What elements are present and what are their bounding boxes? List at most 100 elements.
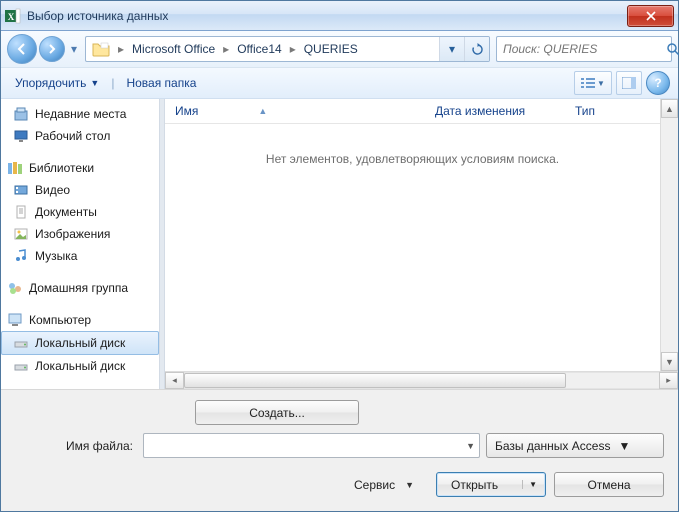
view-mode-button[interactable]: ▼ [574, 71, 612, 95]
scroll-left-icon[interactable]: ◂ [165, 372, 184, 389]
close-icon [646, 11, 656, 21]
pictures-icon [13, 226, 29, 242]
breadcrumb-item[interactable]: QUERIES [298, 37, 364, 61]
chevron-right-icon[interactable]: ▸ [116, 42, 126, 56]
filetype-combo[interactable]: Базы данных Access ▼ [486, 433, 664, 458]
navigation-pane: Недавние места Рабочий стол Библиотеки В… [1, 99, 159, 389]
nav-local-disk-2[interactable]: Локальный диск [1, 355, 159, 377]
window-title: Выбор источника данных [27, 9, 627, 23]
file-list[interactable]: Нет элементов, удовлетворяющих условиям … [165, 124, 660, 371]
excel-icon: X [5, 8, 21, 24]
video-icon [13, 182, 29, 198]
libraries-icon [7, 160, 23, 176]
cancel-button[interactable]: Отмена [554, 472, 664, 497]
nav-label: Музыка [35, 249, 77, 263]
computer-icon [7, 312, 23, 328]
column-date[interactable]: Дата изменения [435, 104, 575, 118]
breadcrumb-item[interactable]: Microsoft Office [126, 37, 221, 61]
nav-libraries[interactable]: Библиотеки [1, 157, 159, 179]
file-open-dialog: X Выбор источника данных ▾ ▸ Microsoft O… [0, 0, 679, 512]
scroll-track[interactable] [661, 118, 678, 352]
nav-desktop[interactable]: Рабочий стол [1, 125, 159, 147]
body-area: Недавние места Рабочий стол Библиотеки В… [1, 99, 678, 389]
scroll-thumb[interactable] [184, 373, 566, 388]
homegroup-icon [7, 280, 23, 296]
chevron-right-icon[interactable]: ▸ [288, 42, 298, 56]
nav-label: Изображения [35, 227, 110, 241]
open-button[interactable]: Открыть ▼ [436, 472, 546, 497]
create-button[interactable]: Создать... [195, 400, 359, 425]
nav-local-disk-1[interactable]: Локальный диск [1, 331, 159, 355]
open-label: Открыть [451, 478, 498, 492]
desktop-icon [13, 128, 29, 144]
scroll-right-icon[interactable]: ▸ [659, 372, 678, 389]
nav-label: Библиотеки [29, 161, 94, 175]
bottom-panel: Создать... Имя файла: ▼ Базы данных Acce… [1, 389, 678, 511]
file-list-pane: Имя ▲ Дата изменения Тип Нет элементов, у… [165, 99, 678, 389]
close-button[interactable] [627, 5, 674, 27]
drive-icon [13, 358, 29, 374]
filetype-label: Базы данных Access [495, 439, 610, 453]
folder-icon [90, 38, 112, 60]
column-headers: Имя ▲ Дата изменения Тип [165, 99, 660, 124]
chevron-down-icon: ▼ [597, 79, 605, 88]
nav-label: Документы [35, 205, 97, 219]
chevron-down-icon: ▼ [90, 78, 99, 88]
chevron-down-icon[interactable]: ▼ [405, 480, 414, 490]
nav-label: Локальный диск [35, 359, 125, 373]
help-button[interactable]: ? [646, 71, 670, 95]
search-button[interactable] [666, 37, 679, 61]
organize-label: Упорядочить [15, 76, 86, 90]
scroll-up-icon[interactable]: ▲ [661, 99, 678, 118]
chevron-down-icon: ▼ [522, 480, 537, 489]
search-input[interactable] [497, 42, 666, 56]
nav-music[interactable]: Музыка [1, 245, 159, 267]
history-dropdown[interactable]: ▾ [67, 42, 81, 56]
sort-asc-icon: ▲ [258, 106, 267, 116]
music-icon [13, 248, 29, 264]
organize-button[interactable]: Упорядочить ▼ [9, 72, 105, 94]
forward-button[interactable] [39, 36, 65, 62]
documents-icon [13, 204, 29, 220]
vertical-scrollbar[interactable]: ▲ ▼ [660, 99, 678, 371]
command-bar: Упорядочить▼ | Новая папка ▼ ? [1, 68, 678, 99]
horizontal-scrollbar[interactable]: ◂ ▸ [165, 371, 678, 389]
back-button[interactable] [7, 34, 37, 64]
filename-label: Имя файла: [66, 439, 133, 453]
nav-label: Рабочий стол [35, 129, 110, 143]
column-type[interactable]: Тип [575, 104, 615, 118]
preview-pane-button[interactable] [616, 71, 642, 95]
refresh-button[interactable] [464, 37, 489, 61]
address-bar[interactable]: ▸ Microsoft Office ▸ Office14 ▸ QUERIES … [85, 36, 490, 62]
column-name[interactable]: Имя ▲ [175, 104, 435, 118]
nav-label: Видео [35, 183, 70, 197]
new-folder-button[interactable]: Новая папка [120, 72, 202, 94]
list-view-icon [581, 77, 595, 89]
filename-combo[interactable]: ▼ [143, 433, 480, 458]
chevron-down-icon: ▼ [618, 439, 630, 453]
arrow-left-icon [15, 42, 29, 56]
svg-text:X: X [8, 12, 15, 22]
recent-icon [13, 106, 29, 122]
empty-message: Нет элементов, удовлетворяющих условиям … [266, 152, 559, 166]
nav-videos[interactable]: Видео [1, 179, 159, 201]
drive-icon [13, 335, 29, 351]
nav-computer[interactable]: Компьютер [1, 309, 159, 331]
nav-documents[interactable]: Документы [1, 201, 159, 223]
nav-recent[interactable]: Недавние места [1, 103, 159, 125]
titlebar: X Выбор источника данных [1, 1, 678, 31]
nav-pictures[interactable]: Изображения [1, 223, 159, 245]
chevron-right-icon[interactable]: ▸ [221, 42, 231, 56]
address-dropdown[interactable]: ▾ [439, 37, 464, 61]
nav-label: Домашняя группа [29, 281, 128, 295]
breadcrumb-item[interactable]: Office14 [231, 37, 287, 61]
search-icon [666, 42, 679, 56]
service-label[interactable]: Сервис [354, 478, 395, 492]
refresh-icon [471, 43, 484, 56]
nav-label: Локальный диск [35, 336, 125, 350]
scroll-down-icon[interactable]: ▼ [661, 352, 678, 371]
nav-homegroup[interactable]: Домашняя группа [1, 277, 159, 299]
chevron-down-icon: ▼ [466, 441, 475, 451]
column-label: Имя [175, 104, 198, 118]
scroll-track[interactable] [184, 372, 659, 389]
